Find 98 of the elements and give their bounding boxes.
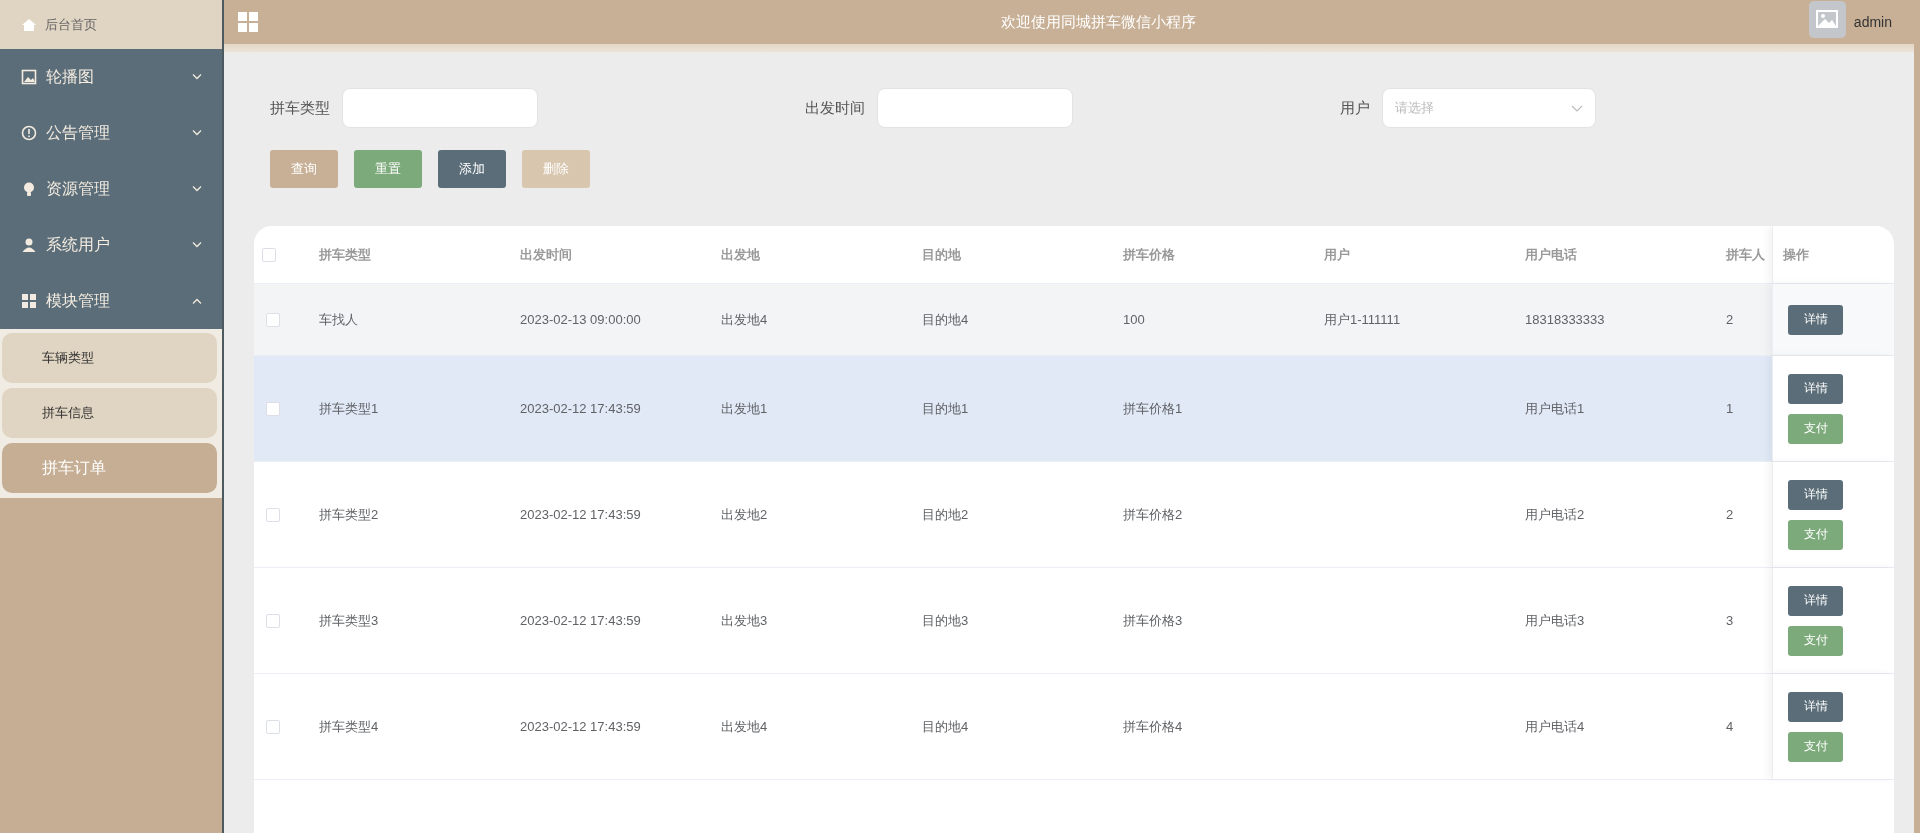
table-cell: 出发地2 (721, 505, 768, 524)
table-row[interactable]: 拼车类型1 2023-02-12 17:43:59 出发地1 目的地1 拼车价格1 用户电话1 1 (254, 356, 1772, 461)
table-cell: 出发地4 (721, 717, 768, 736)
image-icon (21, 69, 37, 85)
detail-button[interactable]: 详情 (1788, 479, 1843, 510)
table-cell: 用户1-111111 (1324, 310, 1401, 329)
column-header: 出发时间 (520, 245, 572, 264)
table-cell: 1 (1726, 401, 1734, 416)
filter-label: 出发时间 (805, 98, 865, 118)
grid-icon (21, 293, 37, 309)
table-cell: 目的地3 (922, 611, 969, 630)
pay-button[interactable]: 支付 (1788, 625, 1843, 656)
info-icon (21, 125, 37, 141)
pay-button[interactable]: 支付 (1788, 731, 1843, 762)
column-header: 拼车人 (1726, 245, 1765, 264)
sidebar-menu-item[interactable]: 模块管理 (0, 273, 222, 329)
menu-label: 资源管理 (46, 178, 111, 199)
table-cell: 2023-02-12 17:43:59 (520, 613, 641, 628)
table-cell: 2 (1726, 507, 1734, 522)
checkbox[interactable] (266, 312, 280, 327)
menu-icon[interactable] (238, 12, 258, 32)
checkbox[interactable] (266, 401, 280, 416)
home-menu-item[interactable]: 后台首页 (0, 0, 222, 49)
menu-label: 系统用户 (46, 234, 111, 255)
table-cell: 用户电话2 (1525, 505, 1585, 524)
bulb-icon (21, 181, 37, 197)
detail-button[interactable]: 详情 (1788, 304, 1843, 335)
placeholder-text: 请选择 (1395, 99, 1434, 117)
table-cell: 目的地4 (922, 310, 969, 329)
menu-label: 轮播图 (46, 66, 95, 87)
column-header: 操作 (1783, 245, 1809, 264)
table-cell: 目的地2 (922, 505, 969, 524)
detail-button[interactable]: 详情 (1788, 585, 1843, 616)
sidebar-menu-item[interactable]: 轮播图 (0, 49, 222, 105)
table-cell: 拼车价格4 (1123, 717, 1183, 736)
table-cell: 目的地4 (922, 717, 969, 736)
table-cell: 2023-02-12 17:43:59 (520, 507, 641, 522)
submenu-item[interactable]: 车辆类型 (2, 333, 217, 383)
table-cell: 2 (1726, 312, 1734, 327)
detail-button[interactable]: 详情 (1788, 691, 1843, 722)
menu-label: 模块管理 (46, 290, 111, 311)
table-cell: 用户电话4 (1525, 717, 1585, 736)
column-header: 拼车类型 (319, 245, 371, 264)
table-row[interactable]: 拼车类型3 2023-02-12 17:43:59 出发地3 目的地3 拼车价格3 用户电话3 3 (254, 568, 1772, 673)
filter-label: 用户 (1340, 98, 1370, 118)
table-cell: 出发地4 (721, 310, 768, 329)
column-header: 用户电话 (1525, 245, 1577, 264)
table-cell: 用户电话1 (1525, 399, 1585, 418)
column-header: 出发地 (721, 245, 760, 264)
input-field[interactable] (877, 88, 1073, 128)
detail-button[interactable]: 详情 (1788, 373, 1843, 404)
table-cell: 拼车价格3 (1123, 611, 1183, 630)
table-cell: 100 (1123, 312, 1145, 327)
user-icon (21, 237, 37, 253)
table-cell: 目的地1 (922, 399, 969, 418)
table-cell: 拼车价格2 (1123, 505, 1183, 524)
reset-button[interactable]: 重置 (354, 150, 422, 188)
sidebar-menu-item[interactable]: 系统用户 (0, 217, 222, 273)
table-cell: 2023-02-13 09:00:00 (520, 312, 641, 327)
table-cell: 拼车价格1 (1123, 399, 1183, 418)
input-field[interactable] (342, 88, 538, 128)
menu-label: 公告管理 (46, 122, 111, 143)
home-icon (21, 16, 37, 33)
table-cell: 出发地1 (721, 399, 768, 418)
avatar-icon[interactable] (1808, 0, 1846, 38)
table-cell: 18318333333 (1525, 312, 1605, 327)
table-cell: 2023-02-12 17:43:59 (520, 401, 641, 416)
column-header: 目的地 (922, 245, 961, 264)
checkbox[interactable] (266, 613, 280, 628)
table-cell: 3 (1726, 613, 1734, 628)
checkbox[interactable] (266, 719, 280, 734)
app-title: 欢迎使用同城拼车微信小程序 (1000, 12, 1196, 32)
column-header: 用户 (1324, 245, 1350, 264)
checkbox[interactable] (266, 507, 280, 522)
table-cell: 用户电话3 (1525, 611, 1585, 630)
sidebar-menu-item[interactable]: 资源管理 (0, 161, 222, 217)
pay-button[interactable]: 支付 (1788, 413, 1843, 444)
table-row[interactable]: 拼车类型4 2023-02-12 17:43:59 出发地4 目的地4 拼车价格4 用户电话4 4 (254, 674, 1772, 779)
sidebar-menu-item[interactable]: 公告管理 (0, 105, 222, 161)
home-label: 后台首页 (45, 15, 97, 34)
table-row[interactable]: 车找人 2023-02-13 09:00:00 出发地4 目的地4 100 用户1-111111 18318333333 2 (254, 284, 1772, 355)
add-button[interactable]: 添加 (438, 150, 506, 188)
table-cell: 出发地3 (721, 611, 768, 630)
table-cell: 2023-02-12 17:43:59 (520, 719, 641, 734)
table-cell: 拼车类型2 (319, 505, 379, 524)
user-name[interactable]: admin (1853, 14, 1900, 30)
checkbox[interactable] (262, 247, 276, 262)
chevron-down-icon (1571, 104, 1583, 112)
submenu-item[interactable]: 拼车信息 (2, 388, 217, 438)
table-cell: 车找人 (319, 310, 358, 329)
table-row[interactable]: 拼车类型2 2023-02-12 17:43:59 出发地2 目的地2 拼车价格2 用户电话2 2 (254, 462, 1772, 567)
table-cell: 拼车类型1 (319, 399, 379, 418)
table-cell: 4 (1726, 719, 1734, 734)
filter-label: 拼车类型 (270, 98, 330, 118)
table-cell: 拼车类型3 (319, 611, 379, 630)
pay-button[interactable]: 支付 (1788, 519, 1843, 550)
table-cell: 拼车类型4 (319, 717, 379, 736)
column-header: 拼车价格 (1123, 245, 1175, 264)
